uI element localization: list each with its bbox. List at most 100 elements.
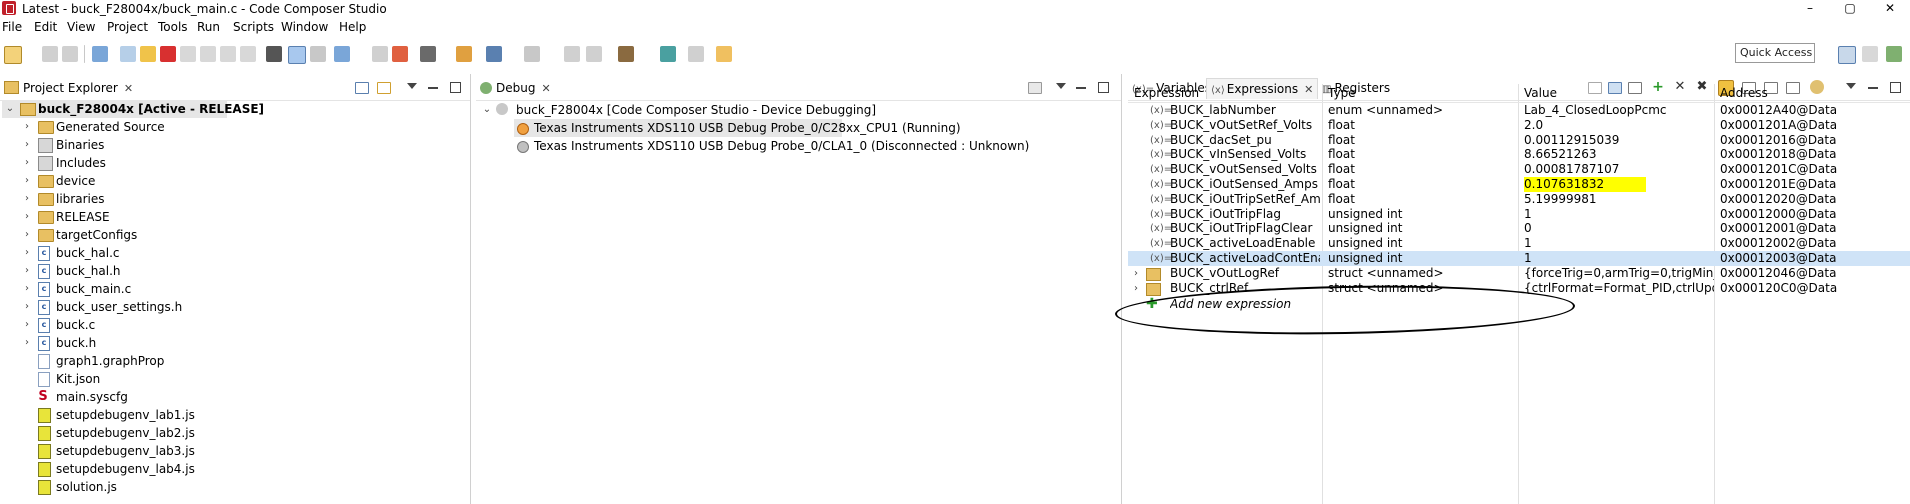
expression-row[interactable]: (x)= BUCK_iOutTripFlagClear unsigned int 0 0… <box>1128 221 1910 236</box>
project-tree-item[interactable]: solution.js <box>2 478 302 496</box>
project-tree-item[interactable]: › Generated Source <box>2 118 302 136</box>
close-icon[interactable]: ✕ <box>124 82 133 95</box>
close-button[interactable]: ✕ <box>1870 0 1910 18</box>
minimize-view-icon[interactable] <box>428 87 438 89</box>
disconnect-icon[interactable] <box>310 46 326 62</box>
expand-icon[interactable]: › <box>1134 281 1138 296</box>
expression-value[interactable]: Lab_4_ClosedLoopPcmc <box>1524 103 1714 118</box>
expression-value[interactable]: 1 <box>1524 236 1714 251</box>
perspective-open-icon[interactable] <box>1838 46 1856 64</box>
menu-scripts[interactable]: Scripts <box>233 20 274 34</box>
maximize-view-icon[interactable] <box>450 82 461 93</box>
build-icon[interactable] <box>92 46 108 62</box>
view-menu-icon[interactable] <box>1056 83 1066 89</box>
project-tree-item[interactable]: › Includes <box>2 154 302 172</box>
minimize-button[interactable]: – <box>1790 0 1830 18</box>
project-tree-item[interactable]: › c buck_main.c <box>2 280 302 298</box>
expand-icon[interactable]: › <box>22 298 32 316</box>
expand-icon[interactable]: › <box>22 118 32 136</box>
quick-access-field[interactable]: Quick Access <box>1735 43 1815 63</box>
menu-help[interactable]: Help <box>339 20 366 34</box>
tab-expressions[interactable]: ⟨x⟩ Expressions ✕ <box>1206 78 1319 99</box>
save-all-icon[interactable] <box>62 46 78 62</box>
column-header-address[interactable]: Address <box>1720 84 1768 102</box>
maximize-view-icon[interactable] <box>1890 82 1901 93</box>
project-tree-item[interactable]: › Binaries <box>2 136 302 154</box>
expression-row[interactable]: (x)= BUCK_iOutSensed_Amps float 0.107631832… <box>1128 177 1910 192</box>
project-tree-item[interactable]: › c buck.h <box>2 334 302 352</box>
expression-value[interactable]: 1 <box>1524 207 1714 222</box>
project-tree-item[interactable]: › c buck_user_settings.h <box>2 298 302 316</box>
gear-icon[interactable] <box>524 46 540 62</box>
menu-run[interactable]: Run <box>197 20 220 34</box>
column-header-expression[interactable]: Expression <box>1134 84 1199 102</box>
menu-project[interactable]: Project <box>107 20 148 34</box>
menu-edit[interactable]: Edit <box>34 20 57 34</box>
expression-value[interactable]: 8.66521263 <box>1524 147 1714 162</box>
expand-icon[interactable]: › <box>1134 266 1138 281</box>
expression-value[interactable]: 0.00081787107 <box>1524 162 1714 177</box>
minimize-view-icon[interactable] <box>1076 87 1086 89</box>
project-tree-item[interactable]: graph1.graphProp <box>2 352 302 370</box>
remove-terminated-icon[interactable] <box>1028 82 1042 94</box>
menu-view[interactable]: View <box>67 20 95 34</box>
expression-value[interactable]: 1 <box>1524 251 1714 266</box>
collapse-icon[interactable] <box>1628 82 1642 94</box>
remove-all-expressions-icon[interactable]: ✖ <box>1696 80 1708 93</box>
expand-icon[interactable]: ⌄ <box>5 100 15 118</box>
search-icon[interactable] <box>660 46 676 62</box>
expression-value[interactable]: 5.19999981 <box>1524 192 1714 207</box>
tab-project-explorer[interactable]: Project Explorer ✕ <box>4 78 133 98</box>
perspective-debug-icon[interactable] <box>1886 46 1902 62</box>
menu-tools[interactable]: Tools <box>158 20 188 34</box>
expression-value[interactable]: 0.107631832 <box>1524 177 1646 192</box>
expand-icon[interactable]: › <box>22 244 32 262</box>
step-return-icon[interactable] <box>220 46 236 62</box>
project-tree-item[interactable]: › c buck_hal.h <box>2 262 302 280</box>
expression-value[interactable]: 0 <box>1524 221 1714 236</box>
load-program-icon[interactable] <box>334 46 350 62</box>
expand-icon[interactable]: › <box>22 136 32 154</box>
run-icon[interactable] <box>486 46 502 62</box>
debug-session-node[interactable]: ⌄ buck_F28004x [Code Composer Studio - D… <box>478 101 1078 119</box>
suspend-icon[interactable] <box>140 46 156 62</box>
debug-core-cpu1[interactable]: Texas Instruments XDS110 USB Debug Probe… <box>514 119 961 137</box>
project-tree-item[interactable]: › RELEASE <box>2 208 302 226</box>
project-tree-item[interactable]: setupdebugenv_lab4.js <box>2 460 302 478</box>
view-menu-icon[interactable] <box>1846 83 1856 89</box>
expand-icon[interactable]: › <box>22 154 32 172</box>
collapse-all-icon[interactable] <box>355 82 369 94</box>
project-tree-item[interactable]: setupdebugenv_lab3.js <box>2 442 302 460</box>
view-menu-icon[interactable] <box>407 83 417 89</box>
project-tree-item[interactable]: › targetConfigs <box>2 226 302 244</box>
gel-icon[interactable] <box>420 46 436 62</box>
refresh-icon[interactable] <box>1810 80 1824 94</box>
project-node[interactable]: ⌄ buck_F28004x [Active - RELEASE] <box>2 100 264 118</box>
debug-icon[interactable] <box>456 46 472 62</box>
restart-icon[interactable] <box>240 46 256 62</box>
project-tree-item[interactable]: Kit.json <box>2 370 302 388</box>
expand-icon[interactable]: › <box>22 280 32 298</box>
expression-value[interactable]: 2.0 <box>1524 118 1714 133</box>
tools-icon[interactable] <box>618 46 634 62</box>
add-expression-icon[interactable]: + <box>1652 80 1664 94</box>
expression-value[interactable]: {forceTrig=0,armTrig=0,trigMin_V... <box>1524 266 1714 281</box>
expand-icon[interactable]: › <box>22 262 32 280</box>
maximize-view-icon[interactable] <box>1098 82 1109 93</box>
new-window-icon[interactable] <box>1786 82 1800 94</box>
menu-file[interactable]: File <box>2 20 22 34</box>
close-icon[interactable]: ✕ <box>541 82 550 95</box>
remove-expression-icon[interactable]: ✕ <box>1674 80 1686 93</box>
collapse-all-icon[interactable] <box>1608 82 1622 94</box>
refresh-icon[interactable] <box>564 46 580 62</box>
connect-icon[interactable] <box>288 46 306 64</box>
maximize-button[interactable]: ▢ <box>1830 0 1870 18</box>
expression-row[interactable]: (x)=BUCK_activeLoadContEnable unsigned in… <box>1128 251 1910 266</box>
refresh-all-icon[interactable] <box>586 46 602 62</box>
memory-grid-icon[interactable] <box>266 46 282 62</box>
column-header-type[interactable]: Type <box>1328 84 1356 102</box>
expand-icon[interactable]: › <box>22 190 32 208</box>
expand-icon[interactable]: › <box>22 172 32 190</box>
project-tree-item[interactable]: › device <box>2 172 302 190</box>
tab-debug[interactable]: Debug ✕ <box>480 78 551 98</box>
